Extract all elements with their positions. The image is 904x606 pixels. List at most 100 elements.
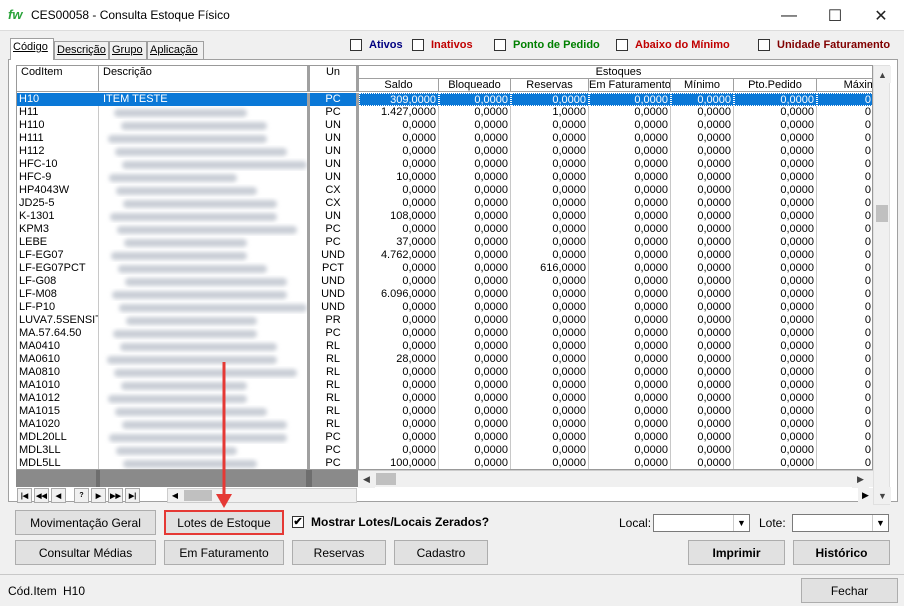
table-row[interactable]: MA0410 RL 0,0000 0,0000 0,0000 0,0000 0,0000 0,… (17, 340, 872, 353)
cell-saldo[interactable]: 4.762,0000 (359, 249, 439, 262)
tab-codigo[interactable]: Código (10, 38, 54, 60)
cell-minimo[interactable]: 0,0000 (671, 444, 734, 457)
minimize-icon[interactable]: — (766, 0, 812, 31)
movimentacao-geral-button[interactable]: Movimentação Geral (15, 510, 156, 535)
navigator-scroll-thumb[interactable] (184, 490, 212, 501)
cell-bloqueado[interactable]: 0,0000 (439, 327, 511, 340)
mostrar-lotes-option[interactable]: ✔ Mostrar Lotes/Locais Zerados? (292, 515, 489, 529)
cell-em-faturamento[interactable]: 0,0000 (589, 197, 671, 210)
cell-maximo[interactable]: 0 (817, 197, 872, 210)
cell-bloqueado[interactable]: 0,0000 (439, 444, 511, 457)
cell-saldo[interactable]: 28,0000 (359, 353, 439, 366)
cell-un[interactable]: UN (310, 158, 359, 171)
cell-saldo[interactable]: 0,0000 (359, 366, 439, 379)
cell-minimo[interactable]: 0,0000 (671, 210, 734, 223)
cell-un[interactable]: RL (310, 392, 359, 405)
cell-coditem[interactable]: KPM3 (17, 223, 99, 236)
cell-un[interactable]: UN (310, 210, 359, 223)
table-row[interactable]: LUVA7.5SENSIT PR 0,0000 0,0000 0,0000 0,0000 0… (17, 314, 872, 327)
cell-bloqueado[interactable]: 0,0000 (439, 314, 511, 327)
cell-maximo[interactable]: 0 (817, 210, 872, 223)
table-row[interactable]: LF-G08 UND 0,0000 0,0000 0,0000 0,0000 0,0000 0… (17, 275, 872, 288)
cell-saldo[interactable]: 0,0000 (359, 197, 439, 210)
cell-reservas[interactable]: 0,0000 (511, 158, 589, 171)
filter-abaixo-minimo-checkbox[interactable] (616, 39, 628, 51)
cell-un[interactable]: UN (310, 119, 359, 132)
cell-bloqueado[interactable]: 0,0000 (439, 106, 511, 119)
cell-saldo[interactable]: 100,0000 (359, 457, 439, 469)
cell-saldo[interactable]: 0,0000 (359, 158, 439, 171)
cell-bloqueado[interactable]: 0,0000 (439, 184, 511, 197)
filter-ponto-pedido-checkbox[interactable] (494, 39, 506, 51)
cell-pto-pedido[interactable]: 0,0000 (734, 197, 817, 210)
cell-coditem[interactable]: HFC-9 (17, 171, 99, 184)
cell-minimo[interactable]: 0,0000 (671, 340, 734, 353)
cell-minimo[interactable]: 0,0000 (671, 366, 734, 379)
cell-em-faturamento[interactable]: 0,0000 (589, 353, 671, 366)
cell-maximo[interactable]: 0 (817, 93, 872, 106)
cell-saldo[interactable]: 0,0000 (359, 223, 439, 236)
col-header-saldo[interactable]: Saldo (359, 79, 439, 92)
nav-search-icon[interactable]: ? (74, 488, 89, 503)
cell-minimo[interactable]: 0,0000 (671, 197, 734, 210)
cell-descricao[interactable] (99, 184, 310, 197)
col-header-bloqueado[interactable]: Bloqueado (439, 79, 511, 92)
cell-reservas[interactable]: 0,0000 (511, 288, 589, 301)
cell-bloqueado[interactable]: 0,0000 (439, 405, 511, 418)
col-header-descricao[interactable]: Descrição (99, 66, 310, 92)
cell-bloqueado[interactable]: 0,0000 (439, 158, 511, 171)
cell-reservas[interactable]: 0,0000 (511, 197, 589, 210)
cell-reservas[interactable]: 0,0000 (511, 392, 589, 405)
cell-descricao[interactable] (99, 158, 310, 171)
cell-maximo[interactable]: 0 (817, 275, 872, 288)
nav-prior-page-icon[interactable]: ◀◀ (34, 488, 49, 503)
cell-reservas[interactable]: 1,0000 (511, 106, 589, 119)
cell-pto-pedido[interactable]: 0,0000 (734, 392, 817, 405)
cell-em-faturamento[interactable]: 0,0000 (589, 184, 671, 197)
cell-pto-pedido[interactable]: 0,0000 (734, 405, 817, 418)
table-row[interactable]: LF-EG07PCT PCT 0,0000 0,0000 616,0000 0,0000 0… (17, 262, 872, 275)
cell-pto-pedido[interactable]: 0,0000 (734, 223, 817, 236)
reservas-button[interactable]: Reservas (292, 540, 386, 565)
cell-em-faturamento[interactable]: 0,0000 (589, 444, 671, 457)
cell-bloqueado[interactable]: 0,0000 (439, 275, 511, 288)
scroll-left-icon[interactable]: ◀ (358, 471, 375, 488)
cell-saldo[interactable]: 10,0000 (359, 171, 439, 184)
cell-minimo[interactable]: 0,0000 (671, 249, 734, 262)
scroll-up-icon[interactable]: ▲ (874, 66, 891, 83)
local-combo[interactable]: ▼ (653, 514, 750, 532)
cell-un[interactable]: UN (310, 132, 359, 145)
cell-maximo[interactable]: 0 (817, 262, 872, 275)
cell-bloqueado[interactable]: 0,0000 (439, 145, 511, 158)
scroll-down-icon[interactable]: ▼ (874, 487, 891, 504)
cell-pto-pedido[interactable]: 0,0000 (734, 236, 817, 249)
cell-em-faturamento[interactable]: 0,0000 (589, 145, 671, 158)
nav-next-icon[interactable]: ▶ (91, 488, 106, 503)
cell-reservas[interactable]: 0,0000 (511, 353, 589, 366)
filter-inativos-checkbox[interactable] (412, 39, 424, 51)
cell-coditem[interactable]: LF-M08 (17, 288, 99, 301)
cell-reservas[interactable]: 0,0000 (511, 405, 589, 418)
historico-button[interactable]: Histórico (793, 540, 890, 565)
cell-descricao[interactable] (99, 145, 310, 158)
cell-pto-pedido[interactable]: 0,0000 (734, 366, 817, 379)
cell-coditem[interactable]: MDL20LL (17, 431, 99, 444)
cell-bloqueado[interactable]: 0,0000 (439, 353, 511, 366)
cell-em-faturamento[interactable]: 0,0000 (589, 431, 671, 444)
cell-minimo[interactable]: 0,0000 (671, 106, 734, 119)
cell-saldo[interactable]: 309,0000 (359, 93, 439, 106)
cell-coditem[interactable]: LEBE (17, 236, 99, 249)
cell-pto-pedido[interactable]: 0,0000 (734, 171, 817, 184)
cell-reservas[interactable]: 0,0000 (511, 210, 589, 223)
filter-ponto-pedido[interactable]: Ponto de Pedido (494, 39, 600, 51)
cell-minimo[interactable]: 0,0000 (671, 327, 734, 340)
cell-saldo[interactable]: 0,0000 (359, 275, 439, 288)
cell-em-faturamento[interactable]: 0,0000 (589, 223, 671, 236)
cell-bloqueado[interactable]: 0,0000 (439, 340, 511, 353)
cell-un[interactable]: UN (310, 145, 359, 158)
cell-reservas[interactable]: 0,0000 (511, 119, 589, 132)
cell-maximo[interactable]: 0 (817, 353, 872, 366)
cell-em-faturamento[interactable]: 0,0000 (589, 457, 671, 469)
cell-maximo[interactable]: 0 (817, 249, 872, 262)
cell-descricao[interactable] (99, 418, 310, 431)
